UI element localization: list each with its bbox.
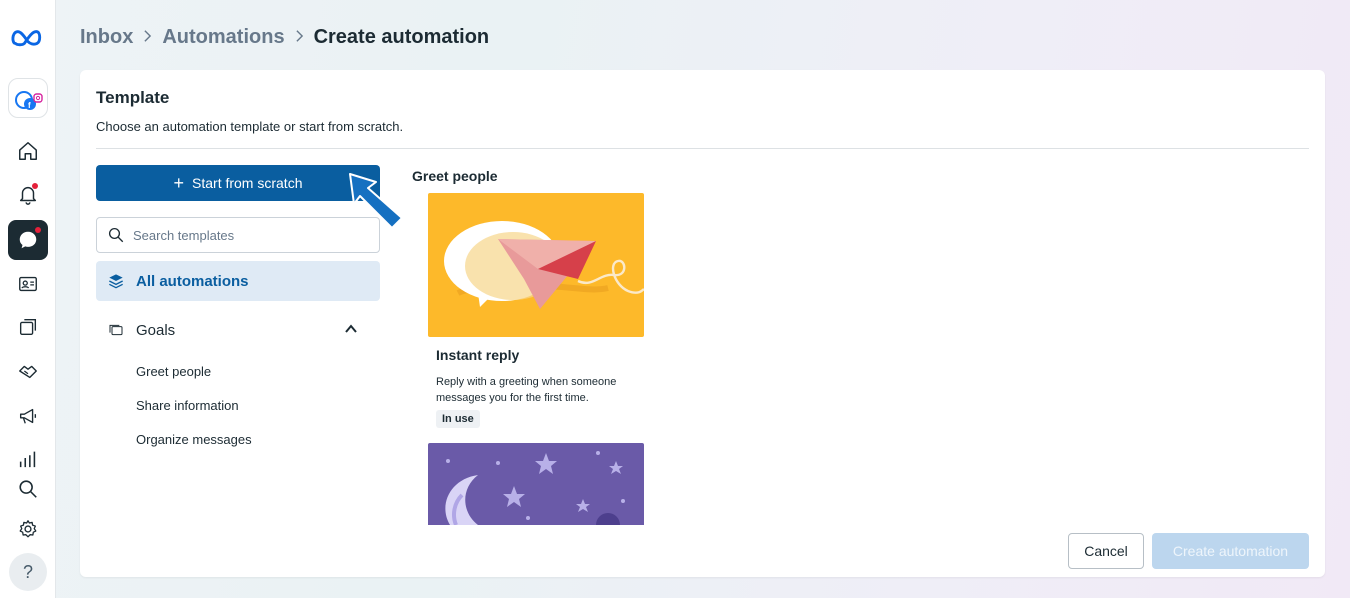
inbox-icon[interactable]: [8, 220, 48, 260]
instant-reply-title[interactable]: Instant reply: [436, 347, 519, 363]
layers-icon: [109, 274, 123, 289]
search-icon[interactable]: [8, 469, 48, 509]
stack-icon: [109, 324, 123, 336]
ads-megaphone-icon[interactable]: [8, 396, 48, 436]
svg-text:f: f: [28, 101, 31, 110]
inbox-notification-dot: [35, 227, 41, 233]
start-from-scratch-button[interactable]: + Start from scratch: [96, 165, 380, 201]
chevron-up-icon: [345, 324, 357, 333]
chevron-right-icon: [295, 27, 304, 48]
goals-label: Goals: [136, 321, 176, 339]
breadcrumb: Inbox Automations Create automation: [80, 24, 489, 50]
chevron-right-icon: [143, 27, 152, 48]
breadcrumb-current: Create automation: [313, 25, 490, 48]
content-icon[interactable]: [8, 307, 48, 347]
section-title-greet-people: Greet people: [412, 168, 498, 184]
breadcrumb-inbox[interactable]: Inbox: [80, 26, 133, 49]
divider: [96, 148, 1309, 149]
settings-gear-icon[interactable]: [8, 509, 48, 549]
goal-item-organize-messages[interactable]: Organize messages: [136, 432, 252, 447]
goals-section-toggle[interactable]: Goals: [96, 314, 380, 346]
help-icon: ?: [22, 561, 33, 582]
search-placeholder: Search templates: [133, 227, 235, 243]
cancel-button[interactable]: Cancel: [1068, 533, 1144, 569]
meta-logo-icon[interactable]: [8, 18, 48, 58]
all-automations-item[interactable]: All automations: [96, 261, 380, 301]
template-panel: Template Choose an automation template o…: [80, 70, 1325, 577]
notifications-icon[interactable]: [8, 175, 48, 215]
contacts-icon[interactable]: [8, 264, 48, 304]
night-template-card-image[interactable]: [428, 443, 644, 525]
panel-title: Template: [96, 88, 170, 107]
account-switcher[interactable]: f: [8, 78, 48, 118]
breadcrumb-automations[interactable]: Automations: [162, 26, 284, 49]
notification-dot: [32, 183, 38, 189]
goal-item-share-information[interactable]: Share information: [136, 398, 239, 413]
instant-reply-description: Reply with a greeting when someone messa…: [436, 376, 617, 404]
deals-icon[interactable]: [8, 351, 48, 391]
panel-subtitle: Choose an automation template or start f…: [96, 119, 404, 134]
left-nav-rail: f ?: [0, 0, 56, 598]
all-automations-label: All automations: [136, 272, 249, 290]
instant-reply-card-image[interactable]: [428, 193, 644, 337]
goal-item-greet-people[interactable]: Greet people: [136, 364, 211, 379]
pointer-arrow-icon: [349, 173, 403, 229]
search-icon: [108, 227, 124, 243]
create-automation-button[interactable]: Create automation: [1152, 533, 1309, 569]
help-button[interactable]: ?: [9, 553, 47, 591]
home-icon[interactable]: [8, 131, 48, 171]
start-from-scratch-label: Start from scratch: [192, 175, 303, 191]
in-use-badge: In use: [436, 410, 480, 428]
plus-icon: +: [173, 173, 185, 193]
search-templates-input[interactable]: Search templates: [96, 217, 380, 253]
